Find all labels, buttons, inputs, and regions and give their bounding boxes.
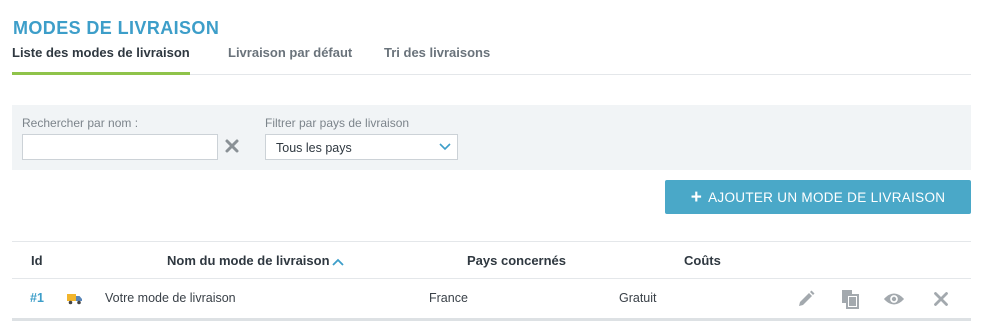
tab-livraison-par-defaut[interactable]: Livraison par défaut: [228, 45, 352, 75]
column-header-name-label: Nom du mode de livraison: [167, 253, 330, 268]
column-header-id[interactable]: Id: [31, 253, 43, 268]
country-filter-label: Filtrer par pays de livraison: [265, 116, 410, 130]
add-delivery-mode-button[interactable]: + AJOUTER UN MODE DE LIVRAISON: [665, 180, 971, 214]
filter-panel: Rechercher par nom : Filtrer par pays de…: [12, 105, 971, 170]
search-label: Rechercher par nom :: [22, 116, 139, 130]
row-cost: Gratuit: [619, 291, 657, 305]
tab-tri-livraisons[interactable]: Tri des livraisons: [384, 45, 490, 75]
view-icon[interactable]: [883, 288, 905, 310]
page-title: MODES DE LIVRAISON: [13, 18, 220, 38]
tab-liste-modes-livraison[interactable]: Liste des modes de livraison: [12, 45, 190, 75]
row-name: Votre mode de livraison: [105, 291, 236, 305]
row-countries: France: [429, 291, 468, 305]
country-select[interactable]: Tous les pays: [265, 134, 458, 160]
column-header-countries[interactable]: Pays concernés: [467, 253, 566, 268]
column-header-name[interactable]: Nom du mode de livraison: [167, 253, 344, 268]
add-delivery-mode-label: AJOUTER UN MODE DE LIVRAISON: [708, 189, 946, 205]
truck-icon: [67, 292, 83, 310]
column-header-costs[interactable]: Coûts: [684, 253, 721, 268]
delete-icon[interactable]: [930, 288, 952, 310]
country-select-value: Tous les pays: [276, 141, 352, 155]
edit-icon[interactable]: [795, 288, 817, 310]
plus-icon: +: [690, 186, 703, 208]
row-id-link[interactable]: #1: [30, 291, 44, 305]
tab-bar: Liste des modes de livraison Livraison p…: [12, 44, 971, 75]
chevron-down-icon: [439, 143, 451, 151]
table-header: Id Nom du mode de livraison Pays concern…: [12, 241, 971, 279]
sort-ascending-icon: [331, 258, 344, 266]
table-row: #1 Votre mode de livraison France Gratui…: [12, 279, 971, 321]
search-input[interactable]: [22, 134, 218, 160]
duplicate-icon[interactable]: [839, 288, 861, 310]
close-icon[interactable]: [224, 138, 240, 154]
